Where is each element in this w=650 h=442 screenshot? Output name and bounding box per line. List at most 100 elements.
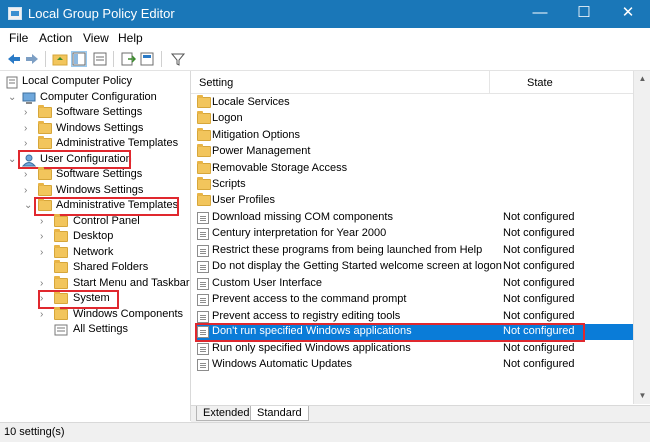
list-item-policy[interactable]: Century interpretation for Year 2000 Not… — [195, 226, 633, 242]
policy-setting-icon — [197, 311, 209, 323]
list-item-folder[interactable]: Logon — [195, 111, 633, 127]
expanded-chevron-icon[interactable]: ⌄ — [24, 200, 34, 211]
properties-icon[interactable] — [92, 51, 108, 67]
menu-bar: File Action View Help — [0, 28, 650, 48]
maximize-button[interactable]: ☐ — [562, 0, 606, 28]
toolbar-divider — [113, 51, 114, 67]
list-item-policy[interactable]: Run only specified Windows applications … — [195, 341, 633, 357]
vertical-scrollbar[interactable]: ▲ ▼ — [633, 71, 650, 404]
tree-item-label: Windows Settings — [56, 122, 144, 134]
list-item-folder[interactable]: Removable Storage Access — [195, 161, 633, 177]
list-item-policy[interactable]: Do not display the Getting Started welco… — [195, 259, 633, 275]
policy-setting-icon — [197, 294, 209, 306]
export-list-icon[interactable] — [120, 51, 136, 67]
list-item-name: User Profiles — [212, 194, 275, 206]
list-item-state: Not configured — [503, 260, 575, 272]
folder-icon — [197, 161, 211, 174]
forward-arrow-icon[interactable] — [24, 51, 40, 67]
policy-icon — [6, 76, 18, 92]
policy-setting-icon — [197, 245, 209, 257]
status-text: 10 setting(s) — [4, 426, 65, 438]
tree-item-label: Shared Folders — [73, 261, 149, 273]
highlight-box-system — [38, 290, 119, 309]
computer-icon — [22, 92, 36, 108]
back-arrow-icon[interactable] — [6, 51, 22, 67]
help-icon[interactable] — [139, 51, 155, 67]
expanded-chevron-icon[interactable]: ⌄ — [8, 92, 18, 103]
column-header-state[interactable]: State — [527, 77, 553, 89]
tree-item-label: All Settings — [73, 323, 129, 335]
collapsed-chevron-icon[interactable]: › — [24, 123, 34, 134]
folder-icon — [197, 128, 211, 141]
tree-item-label: Administrative Templates — [56, 137, 179, 149]
collapsed-chevron-icon[interactable]: › — [24, 185, 34, 196]
collapsed-chevron-icon[interactable]: › — [40, 216, 50, 227]
scroll-up-icon[interactable]: ▲ — [634, 71, 650, 87]
tree-item-label: Windows Components — [73, 308, 184, 320]
close-button[interactable]: ✕ — [606, 0, 650, 28]
tab-standard[interactable]: Standard — [250, 406, 309, 421]
list-item-state: Not configured — [503, 227, 575, 239]
tree-item-label: Software Settings — [56, 106, 143, 118]
list-item-policy[interactable]: Download missing COM components Not conf… — [195, 210, 633, 226]
folder-icon — [54, 245, 68, 258]
menu-action[interactable]: Action — [39, 31, 72, 45]
collapsed-chevron-icon[interactable]: › — [40, 309, 50, 320]
tree-pane: Local Computer Policy ⌄ Computer Configu… — [0, 71, 191, 421]
minimize-button[interactable]: — — [518, 0, 562, 28]
tree-item-label: Computer Configuration — [40, 91, 157, 103]
list-item-name: Restrict these programs from being launc… — [212, 244, 483, 256]
highlight-box-user-configuration — [18, 150, 131, 169]
list-item-folder[interactable]: Power Management — [195, 144, 633, 160]
list-item-policy[interactable]: Prevent access to the command prompt Not… — [195, 292, 633, 308]
tree-item-label: Software Settings — [56, 168, 143, 180]
tab-extended[interactable]: Extended — [196, 406, 257, 421]
folder-icon — [197, 95, 211, 108]
collapsed-chevron-icon[interactable]: › — [40, 231, 50, 242]
show-hide-tree-icon[interactable] — [71, 51, 87, 67]
filter-icon[interactable] — [170, 51, 186, 67]
status-bar: 10 setting(s) — [0, 422, 650, 442]
tree-item-label: Local Computer Policy — [22, 75, 133, 87]
column-divider[interactable] — [489, 71, 490, 93]
list-item-state: Not configured — [503, 342, 575, 354]
settings-list-icon — [54, 324, 68, 339]
policy-setting-icon — [197, 261, 209, 273]
collapsed-chevron-icon[interactable]: › — [24, 107, 34, 118]
folder-icon — [54, 214, 68, 227]
folder-icon — [38, 105, 52, 118]
folder-icon — [54, 229, 68, 242]
highlight-box-dont-run-apps — [195, 323, 585, 342]
list-item-name: Windows Automatic Updates — [212, 358, 353, 370]
list-item-folder[interactable]: Mitigation Options — [195, 128, 633, 144]
folder-icon — [197, 111, 211, 124]
menu-view[interactable]: View — [83, 31, 109, 45]
folder-icon — [38, 136, 52, 149]
list-item-name: Prevent access to registry editing tools — [212, 310, 401, 322]
scroll-down-icon[interactable]: ▼ — [634, 388, 650, 404]
list-item-folder[interactable]: Locale Services — [195, 95, 633, 111]
toolbar-divider — [45, 51, 46, 67]
policy-setting-icon — [197, 278, 209, 290]
list-item-policy[interactable]: Restrict these programs from being launc… — [195, 243, 633, 259]
list-item-folder[interactable]: User Profiles — [195, 193, 633, 209]
list-item-name: Run only specified Windows applications — [212, 342, 411, 354]
up-folder-icon[interactable] — [52, 51, 68, 67]
collapsed-chevron-icon[interactable]: › — [24, 169, 34, 180]
list-item-policy[interactable]: Custom User Interface Not configured — [195, 276, 633, 292]
collapsed-chevron-icon[interactable]: › — [40, 278, 50, 289]
toolbar-divider — [161, 51, 162, 67]
list-item-policy[interactable]: Windows Automatic Updates Not configured — [195, 357, 633, 373]
menu-file[interactable]: File — [9, 31, 28, 45]
policy-setting-icon — [197, 343, 209, 355]
folder-icon — [54, 260, 68, 273]
column-header-setting[interactable]: Setting — [199, 77, 233, 89]
collapsed-chevron-icon[interactable]: › — [24, 138, 34, 149]
title-bar: Local Group Policy Editor — ☐ ✕ — [0, 0, 650, 28]
list-item-folder[interactable]: Scripts — [195, 177, 633, 193]
expanded-chevron-icon[interactable]: ⌄ — [8, 154, 18, 165]
collapsed-chevron-icon[interactable]: › — [40, 247, 50, 258]
menu-help[interactable]: Help — [118, 31, 143, 45]
list-item-name: Scripts — [212, 178, 246, 190]
folder-icon — [38, 183, 52, 196]
